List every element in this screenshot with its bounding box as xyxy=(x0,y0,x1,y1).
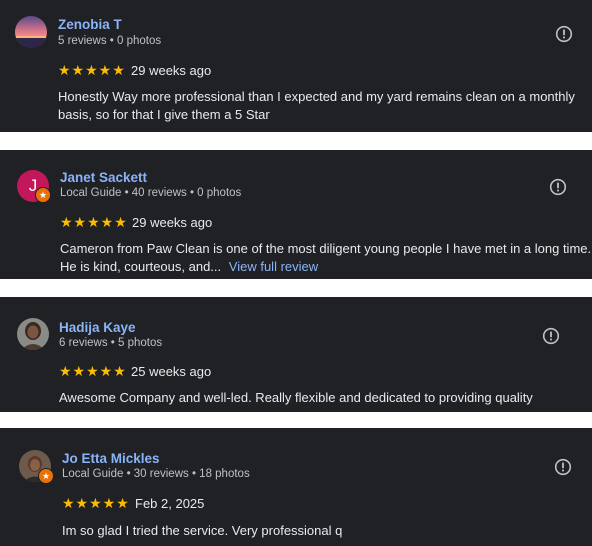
reviewer-name[interactable]: Janet Sackett xyxy=(60,170,147,185)
reviewer-avatar[interactable] xyxy=(17,318,49,350)
star-rating: ★★★★★ xyxy=(59,363,127,379)
review-date: 29 weeks ago xyxy=(132,215,213,230)
review-card: Zenobia T 5 reviews • 0 photos ★★★★★ 29 … xyxy=(0,0,592,132)
reviewer-name[interactable]: Zenobia T xyxy=(58,17,122,32)
report-icon[interactable] xyxy=(549,178,567,196)
report-icon[interactable] xyxy=(555,25,573,43)
review-date: Feb 2, 2025 xyxy=(135,496,205,511)
reviewer-meta: 5 reviews • 0 photos xyxy=(58,35,162,47)
reviewer-meta: Local Guide • 30 reviews • 18 photos xyxy=(62,468,250,480)
local-guide-star-icon: ★ xyxy=(38,468,54,484)
review-card: J ★ Janet Sackett Local Guide • 40 revie… xyxy=(0,150,592,279)
review-text-line: He is kind, courteous, and... View full … xyxy=(60,258,588,276)
star-rating: ★★★★★ xyxy=(60,214,128,230)
review-text: Cameron from Paw Clean is one of the mos… xyxy=(60,240,592,276)
review-card: Hadija Kaye 6 reviews • 5 photos ★★★★★ 2… xyxy=(0,297,592,412)
review-date: 29 weeks ago xyxy=(131,63,212,78)
local-guide-star-icon: ★ xyxy=(35,187,51,203)
view-full-review-link[interactable]: View full review xyxy=(229,259,318,274)
review-date: 25 weeks ago xyxy=(131,364,212,379)
review-text: Honestly Way more professional than I ex… xyxy=(58,89,575,122)
review-card: ★ Jo Etta Mickles Local Guide • 30 revie… xyxy=(0,428,592,546)
review-text-truncated: He is kind, courteous, and... xyxy=(60,259,222,274)
reviewer-meta: 6 reviews • 5 photos xyxy=(59,337,163,349)
star-rating: ★★★★★ xyxy=(58,62,126,78)
review-text: Im so glad I tried the service. Very pro… xyxy=(62,523,343,538)
reviewer-name[interactable]: Jo Etta Mickles xyxy=(62,451,160,466)
report-icon[interactable] xyxy=(542,327,560,345)
review-text-line: Cameron from Paw Clean is one of the mos… xyxy=(60,241,592,256)
review-text: Awesome Company and well-led. Really fle… xyxy=(59,390,533,405)
report-icon[interactable] xyxy=(554,458,572,476)
reviewer-meta: Local Guide • 40 reviews • 0 photos xyxy=(60,187,242,199)
reviewer-avatar[interactable] xyxy=(15,16,47,48)
reviewer-name[interactable]: Hadija Kaye xyxy=(59,320,136,335)
star-rating: ★★★★★ xyxy=(62,495,130,511)
